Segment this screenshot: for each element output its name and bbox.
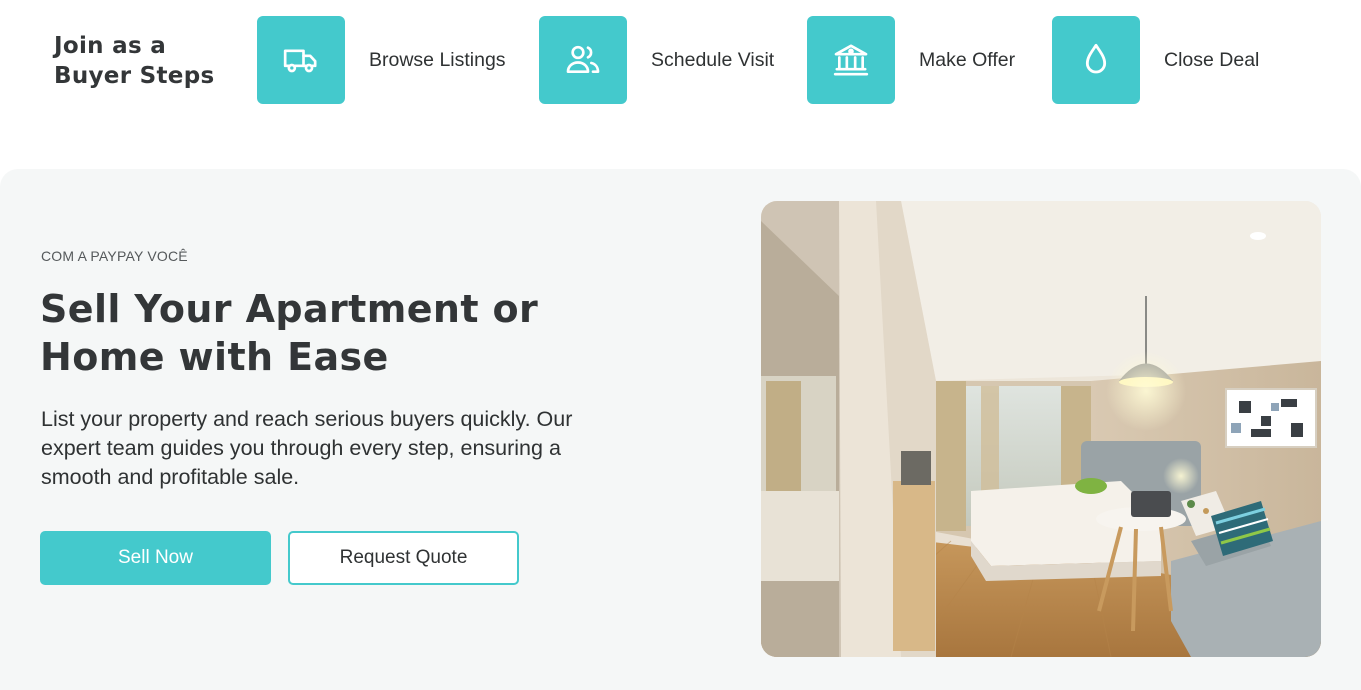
hero-description: List your property and reach serious buy… bbox=[41, 407, 573, 489]
step-make-offer[interactable]: Make Offer bbox=[807, 16, 1015, 104]
hero-title: Sell Your Apartment or Home with Ease bbox=[40, 287, 539, 379]
step-browse-listings[interactable]: Browse Listings bbox=[257, 16, 506, 104]
step-label: Make Offer bbox=[919, 48, 1016, 71]
sell-now-button[interactable]: Sell Now bbox=[40, 531, 271, 585]
sell-hero-card: COM A PAYPAY VOCÊ Sell Your Apartment or… bbox=[0, 169, 1361, 690]
droplet-icon bbox=[1052, 16, 1140, 104]
truck-icon bbox=[257, 16, 345, 104]
step-label: Schedule Visit bbox=[651, 48, 775, 71]
steps-title: Join as a Buyer Steps bbox=[54, 33, 215, 89]
step-schedule-visit[interactable]: Schedule Visit bbox=[539, 16, 774, 104]
bank-icon bbox=[807, 16, 895, 104]
step-label: Close Deal bbox=[1164, 48, 1260, 71]
step-label: Browse Listings bbox=[369, 48, 506, 71]
request-quote-button[interactable]: Request Quote bbox=[288, 531, 519, 585]
hero-eyebrow: COM A PAYPAY VOCÊ bbox=[41, 248, 188, 264]
users-icon bbox=[539, 16, 627, 104]
buyer-steps-section: Join as a Buyer Steps Browse Listings Sc… bbox=[0, 0, 1361, 120]
bedroom-photo bbox=[761, 201, 1321, 657]
step-close-deal[interactable]: Close Deal bbox=[1052, 16, 1259, 104]
